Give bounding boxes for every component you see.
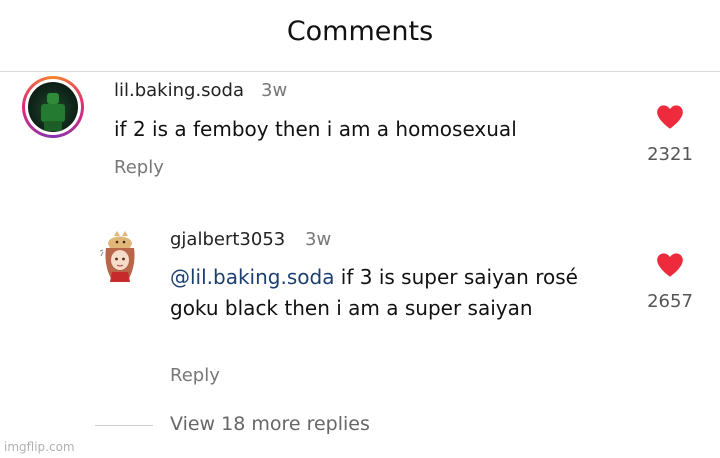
reply-timestamp: 3w (305, 229, 332, 250)
heart-icon[interactable] (656, 104, 684, 130)
lego-figure-avatar-icon (28, 82, 78, 132)
lego-head-shape (47, 93, 59, 104)
reply-text: @lil.baking.soda if 3 is super saiyan ro… (170, 262, 590, 324)
view-more-replies-button[interactable]: View 18 more replies (170, 413, 370, 435)
like-count: 2321 (647, 144, 693, 165)
avatar[interactable] (22, 76, 84, 138)
avatar[interactable] (100, 230, 140, 284)
comment-timestamp: 3w (261, 80, 288, 101)
like-count: 2657 (647, 291, 693, 312)
comment-username[interactable]: lil.baking.soda (114, 80, 244, 101)
lego-legs-shape (44, 121, 62, 131)
reply-button[interactable]: Reply (114, 157, 164, 178)
comment-text: if 2 is a femboy then i am a homosexual (114, 114, 614, 145)
comments-header: Comments (0, 0, 720, 72)
watermark: imgflip.com (4, 440, 75, 454)
page-title: Comments (286, 16, 434, 47)
lego-body-shape (41, 104, 65, 122)
reply-button[interactable]: Reply (170, 365, 220, 386)
comment-body: if 2 is a femboy then i am a homosexual (114, 117, 517, 141)
replies-divider (95, 425, 153, 426)
user-mention-link[interactable]: @lil.baking.soda (170, 265, 334, 289)
heart-icon[interactable] (656, 252, 684, 278)
anime-character-avatar-icon (100, 231, 135, 282)
reply-username[interactable]: gjalbert3053 (170, 229, 285, 250)
